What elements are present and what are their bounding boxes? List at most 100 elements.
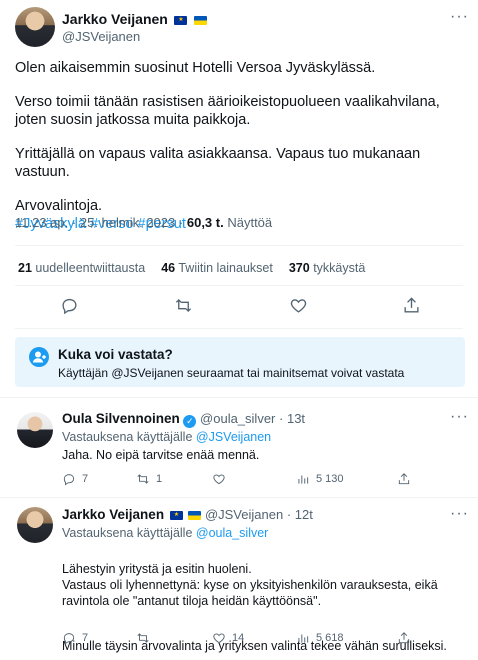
meta-separator: · bbox=[286, 507, 292, 522]
share-button[interactable] bbox=[397, 472, 417, 486]
replying-to-label: Vastauksena käyttäjälle bbox=[62, 430, 193, 444]
reply-paragraph: Lähestyin yritystä ja esitin huoleni. Va… bbox=[62, 562, 438, 608]
author-name-line[interactable]: Jarkko Veijanen bbox=[62, 11, 207, 29]
share-icon bbox=[403, 296, 419, 313]
quotes-label: Twiitin lainaukset bbox=[178, 261, 273, 275]
retweets-stat[interactable]: 21 uudelleentwiittausta bbox=[18, 261, 145, 275]
tweet-meta: 11.23 ap. · 25. helmik. 2023 · 60,3 t. N… bbox=[15, 215, 272, 230]
retweet-icon bbox=[175, 298, 191, 312]
reply-paragraph: Jaha. No eipä tarvitse enää mennä. bbox=[62, 448, 260, 462]
divider bbox=[15, 328, 463, 329]
reply-author-name[interactable]: Oula Silvennoinen bbox=[62, 411, 180, 426]
reply-icon bbox=[63, 474, 75, 486]
more-options-icon[interactable]: ··· bbox=[450, 8, 469, 26]
share-icon bbox=[398, 632, 410, 644]
reply-count: 7 bbox=[82, 473, 89, 485]
tweet-paragraph: Verso toimii tänään rasistisen äärioikei… bbox=[15, 94, 440, 128]
share-button[interactable] bbox=[397, 631, 417, 645]
heart-icon bbox=[213, 474, 225, 485]
divider bbox=[15, 245, 463, 246]
reply-header: Jarkko Veijanen @JSVeijanen · 12t bbox=[62, 507, 313, 522]
reply-actions: 7 14 5 618 bbox=[62, 631, 462, 651]
replying-to: Vastauksena käyttäjälle @JSVeijanen bbox=[62, 430, 271, 444]
reply-restriction-notice: Kuka voi vastata? Käyttäjän @JSVeijanen … bbox=[15, 337, 465, 387]
reply-button[interactable]: 7 bbox=[62, 472, 88, 486]
views-count: 60,3 t. bbox=[186, 215, 224, 230]
retweet-icon bbox=[137, 474, 149, 484]
people-icon bbox=[29, 347, 49, 367]
divider bbox=[15, 285, 463, 286]
meta-separator: · bbox=[279, 411, 284, 426]
reply-icon bbox=[63, 633, 75, 645]
ukraine-flag-icon bbox=[193, 16, 207, 25]
replying-to: Vastauksena käyttäjälle @oula_silver bbox=[62, 526, 268, 540]
retweet-button[interactable] bbox=[136, 631, 156, 645]
like-button[interactable] bbox=[283, 290, 313, 320]
retweets-count: 21 bbox=[18, 261, 32, 275]
views-label: Näyttöä bbox=[227, 215, 273, 230]
reply-button[interactable]: 7 bbox=[62, 631, 88, 645]
reply-author-name[interactable]: Jarkko Veijanen bbox=[62, 507, 164, 522]
reply-restriction-subtitle: Käyttäjän @JSVeijanen seuraamat tai main… bbox=[58, 366, 405, 380]
meta-separator: · bbox=[71, 215, 77, 230]
likes-label: tykkäystä bbox=[313, 261, 366, 275]
ukraine-flag-icon bbox=[188, 511, 202, 520]
tweet-paragraph: Yrittäjällä on vapaus valita asiakkaansa… bbox=[15, 146, 421, 180]
tweet-stats: 21 uudelleentwiittausta 46 Twiitin laina… bbox=[18, 261, 381, 275]
reply-header: Oula Silvennoinen ✓ @oula_silver · 13t bbox=[62, 411, 305, 428]
retweet-button[interactable] bbox=[168, 290, 198, 320]
like-button[interactable]: 14 bbox=[212, 631, 244, 645]
bookmark-button[interactable] bbox=[396, 290, 426, 320]
reply-avatar[interactable] bbox=[17, 507, 53, 543]
heart-icon bbox=[290, 298, 306, 313]
like-count: 14 bbox=[232, 632, 245, 644]
eu-flag-icon bbox=[169, 511, 183, 520]
tweet-text: Olen aikaisemmin suosinut Hotelli Versoa… bbox=[15, 59, 465, 233]
replying-to-label: Vastauksena käyttäjälle bbox=[62, 526, 193, 540]
reply-icon bbox=[61, 298, 77, 314]
views-icon bbox=[298, 634, 309, 643]
retweet-icon bbox=[137, 633, 149, 643]
like-button[interactable] bbox=[212, 472, 232, 486]
likes-stat[interactable]: 370 tykkäystä bbox=[289, 261, 365, 275]
tweet-date[interactable]: 25. helmik. 2023 bbox=[80, 215, 175, 230]
views-button[interactable]: 5 618 bbox=[296, 631, 344, 645]
tweet-actions bbox=[0, 290, 478, 320]
reply-actions: 7 1 5 130 bbox=[62, 472, 462, 492]
reply-button[interactable] bbox=[54, 290, 84, 320]
quotes-count: 46 bbox=[161, 261, 176, 275]
reply-avatar[interactable] bbox=[17, 412, 53, 448]
views-count: 5 130 bbox=[316, 473, 344, 485]
replying-to-handle[interactable]: @oula_silver bbox=[196, 526, 268, 540]
reply-author-handle[interactable]: @JSVeijanen bbox=[205, 507, 283, 522]
replying-to-handle[interactable]: @JSVeijanen bbox=[196, 430, 271, 444]
views-icon bbox=[298, 475, 309, 484]
eu-flag-icon bbox=[174, 16, 188, 25]
reply-author-handle[interactable]: @oula_silver bbox=[200, 411, 275, 426]
retweet-count: 1 bbox=[156, 473, 163, 485]
author-avatar[interactable] bbox=[15, 7, 55, 47]
retweet-button[interactable]: 1 bbox=[136, 472, 162, 486]
tweet-paragraph: Olen aikaisemmin suosinut Hotelli Versoa… bbox=[15, 60, 376, 76]
retweets-label: uudelleentwiittausta bbox=[35, 261, 146, 275]
heart-icon bbox=[213, 633, 225, 644]
views-button[interactable]: 5 130 bbox=[296, 472, 344, 486]
more-options-icon[interactable]: ··· bbox=[450, 505, 469, 523]
quotes-stat[interactable]: 46 Twiitin lainaukset bbox=[161, 261, 273, 275]
likes-count: 370 bbox=[288, 261, 310, 275]
share-icon bbox=[398, 473, 410, 485]
divider bbox=[0, 397, 478, 398]
more-options-icon[interactable]: ··· bbox=[450, 408, 469, 426]
author-handle[interactable]: @JSVeijanen bbox=[62, 29, 140, 44]
meta-separator: · bbox=[178, 215, 184, 230]
author-name[interactable]: Jarkko Veijanen bbox=[62, 11, 168, 27]
reply-restriction-title: Kuka voi vastata? bbox=[58, 347, 173, 362]
tweet-closing-line: Arvovalintoja. bbox=[15, 198, 103, 214]
reply-time[interactable]: 13t bbox=[287, 411, 305, 426]
views-count: 5 618 bbox=[316, 632, 344, 644]
tweet-time[interactable]: 11.23 ap. bbox=[15, 215, 68, 230]
reply-count: 7 bbox=[82, 632, 89, 644]
verified-icon: ✓ bbox=[183, 415, 197, 428]
reply-time[interactable]: 12t bbox=[295, 507, 313, 522]
divider bbox=[0, 497, 478, 498]
